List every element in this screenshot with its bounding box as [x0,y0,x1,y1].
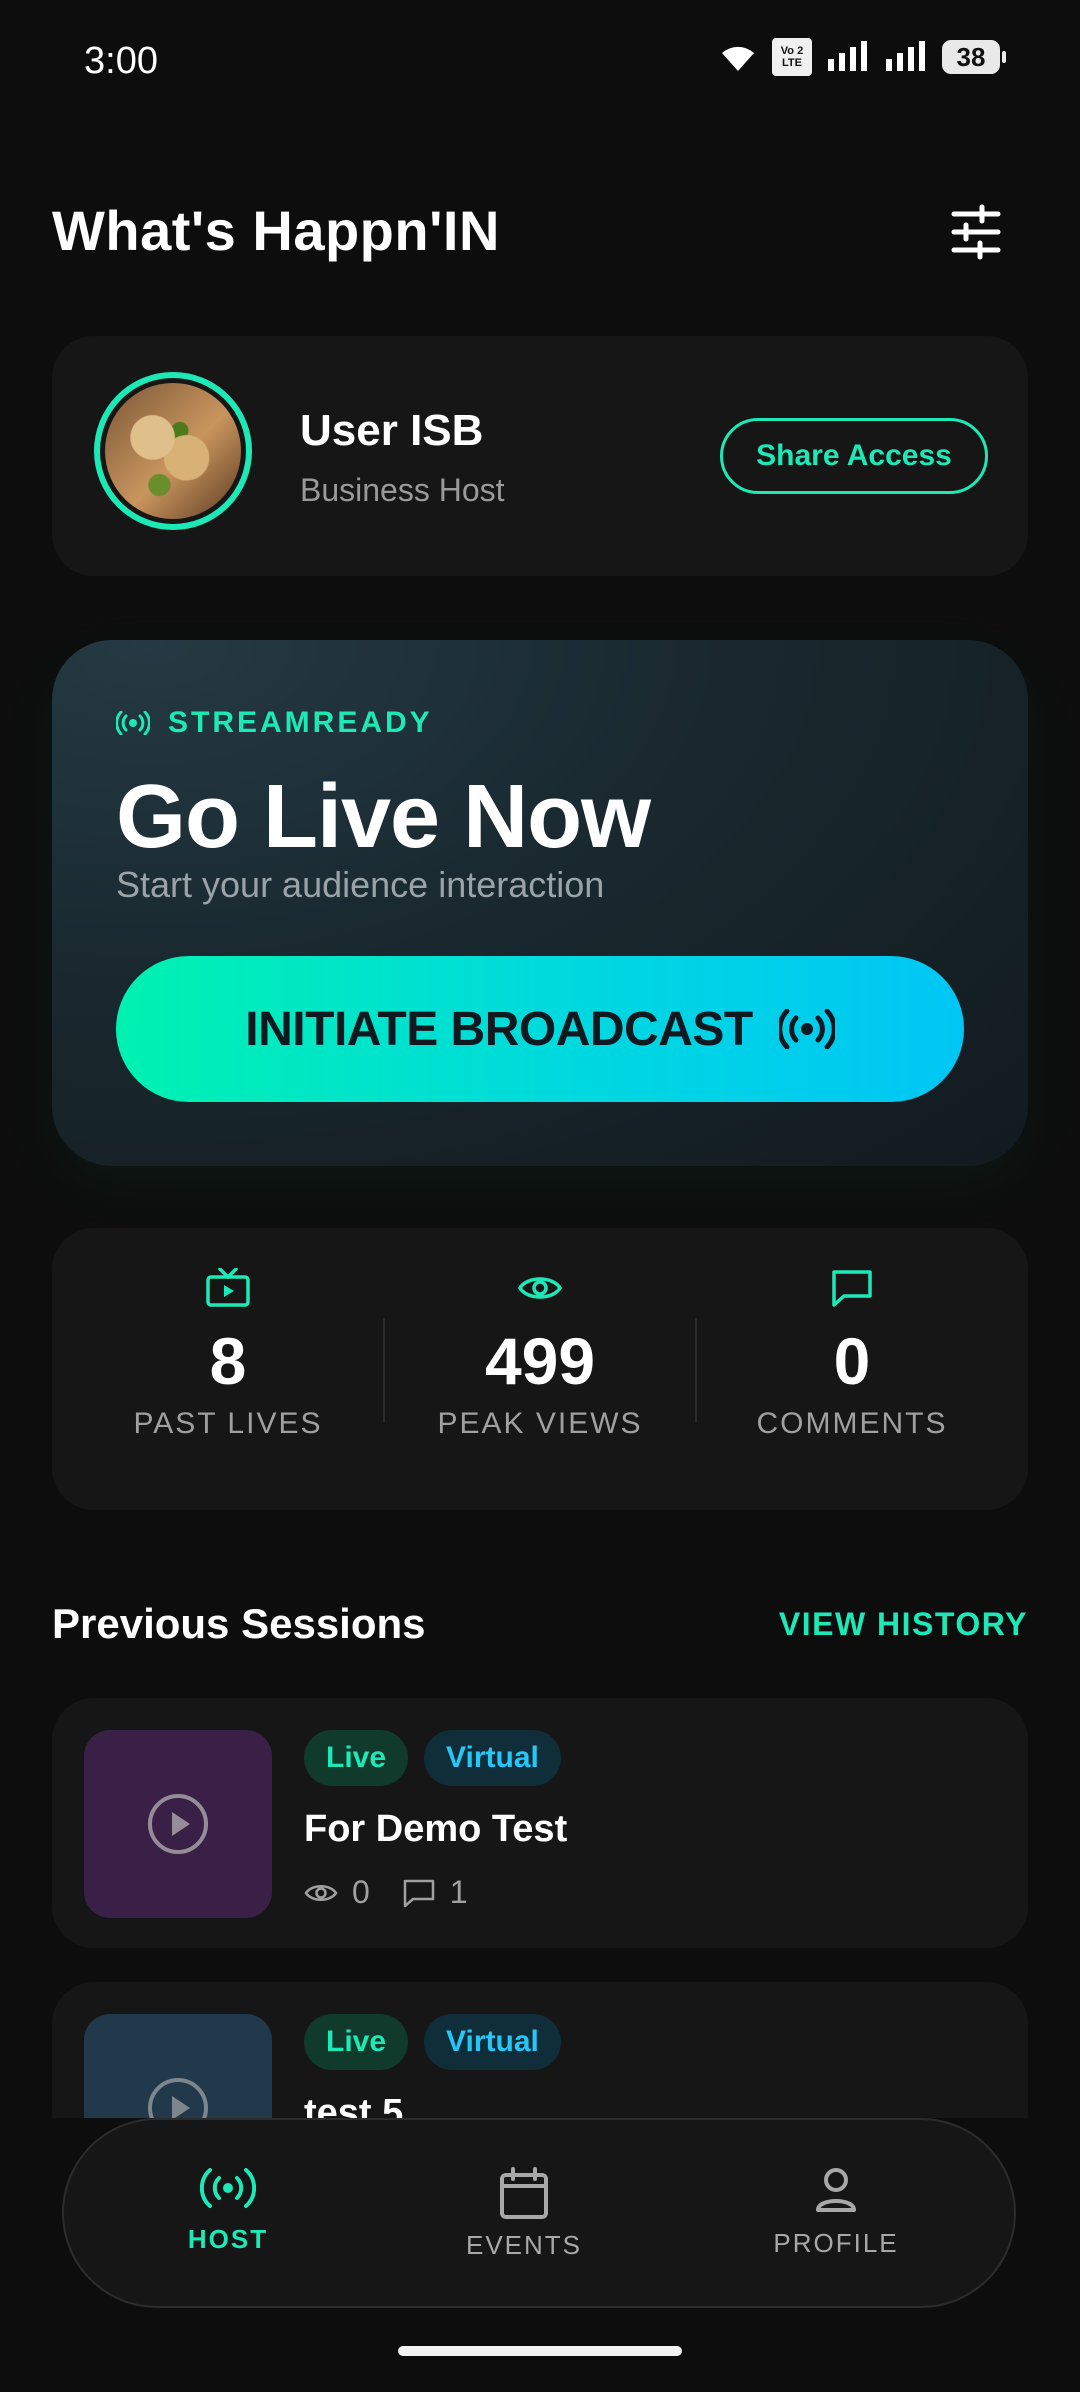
session-thumbnail [84,2014,272,2118]
session-card-clip: Live Virtual test 5 [52,1982,1028,2118]
session-title: For Demo Test [304,1808,568,1850]
broadcast-button-label: INITIATE BROADCAST [245,1002,753,1056]
battery-icon: 38 [942,40,1006,74]
comment-icon [403,1879,435,1907]
virtual-badge: Virtual [424,2014,561,2070]
nav-label: HOST [187,2224,269,2254]
signal-icon-2 [886,41,925,71]
divider [695,1318,697,1422]
divider [383,1318,385,1422]
user-role: Business Host [300,472,505,508]
live-badge: Live [304,1730,409,1786]
stat-label: COMMENTS [756,1407,948,1440]
session-title: test 5 [304,2092,404,2118]
broadcast-icon [200,2168,256,2208]
home-indicator[interactable] [398,2346,682,2356]
view-history-link[interactable]: VIEW HISTORY [779,1606,1028,1643]
broadcast-icon [116,711,150,735]
stat-label: PEAK VIEWS [437,1407,643,1440]
session-badges: Live Virtual [304,1730,561,1786]
stat-past-lives: 8 PAST LIVES [78,1267,378,1441]
go-live-title: Go Live Now [116,767,651,867]
stream-ready-row: STREAMREADY [116,706,433,740]
share-access-button[interactable]: Share Access [720,418,988,494]
session-card[interactable]: Live Virtual For Demo Test 0 1 [52,1698,1028,1948]
avatar[interactable] [94,372,252,530]
stat-value: 8 [209,1324,247,1398]
status-time: 3:00 [84,40,158,82]
nav-label: PROFILE [773,2228,899,2258]
wifi-icon [722,46,754,71]
nav-host[interactable]: HOST [128,2166,328,2255]
stat-peak-views: 499 PEAK VIEWS [390,1268,690,1441]
eye-icon [304,1884,338,1901]
go-live-card: STREAMREADY Go Live Now Start your audie… [52,640,1028,1166]
volte-icon: Vo 2 LTE [772,38,812,76]
stream-ready-label: STREAMREADY [168,706,433,739]
comment-icon [832,1270,872,1307]
stat-comments: 0 COMMENTS [702,1268,1002,1441]
bottom-nav: HOST EVENTS PROFILE [62,2118,1016,2308]
play-icon [148,1794,208,1854]
section-title: Previous Sessions [52,1600,426,1647]
go-live-subtitle: Start your audience interaction [116,864,605,905]
user-name: User ISB [300,406,484,455]
tv-icon [206,1267,250,1307]
stat-value: 499 [484,1324,596,1398]
user-card: User ISB Business Host Share Access [52,336,1028,576]
stat-value: 0 [833,1324,871,1398]
nav-label: EVENTS [465,2230,583,2260]
calendar-icon [500,2167,548,2219]
virtual-badge: Virtual [424,1730,561,1786]
avatar-image [105,383,241,519]
eye-icon [517,1277,563,1299]
session-thumbnail [84,1730,272,1918]
nav-profile[interactable]: PROFILE [736,2166,936,2259]
session-card[interactable]: Live Virtual test 5 [52,1982,1028,2118]
session-views: 0 [352,1874,370,1910]
filter-icon[interactable] [948,204,1004,260]
signal-icon [828,41,867,71]
stats-card: 8 PAST LIVES 499 PEAK VIEWS 0 COMMENTS [52,1228,1028,1510]
stat-label: PAST LIVES [133,1407,323,1440]
session-comments: 1 [449,1874,468,1910]
live-badge: Live [304,2014,409,2070]
initiate-broadcast-button[interactable]: INITIATE BROADCAST [116,956,964,1102]
play-icon [148,2078,208,2118]
person-icon [816,2168,856,2212]
nav-events[interactable]: EVENTS [424,2166,624,2261]
status-icons: Vo 2 LTE 38 [718,38,1006,76]
session-badges: Live Virtual [304,2014,561,2070]
session-meta: 0 1 [304,1874,468,1911]
broadcast-icon [778,1009,835,1049]
page-title: What's Happn'IN [52,199,500,262]
